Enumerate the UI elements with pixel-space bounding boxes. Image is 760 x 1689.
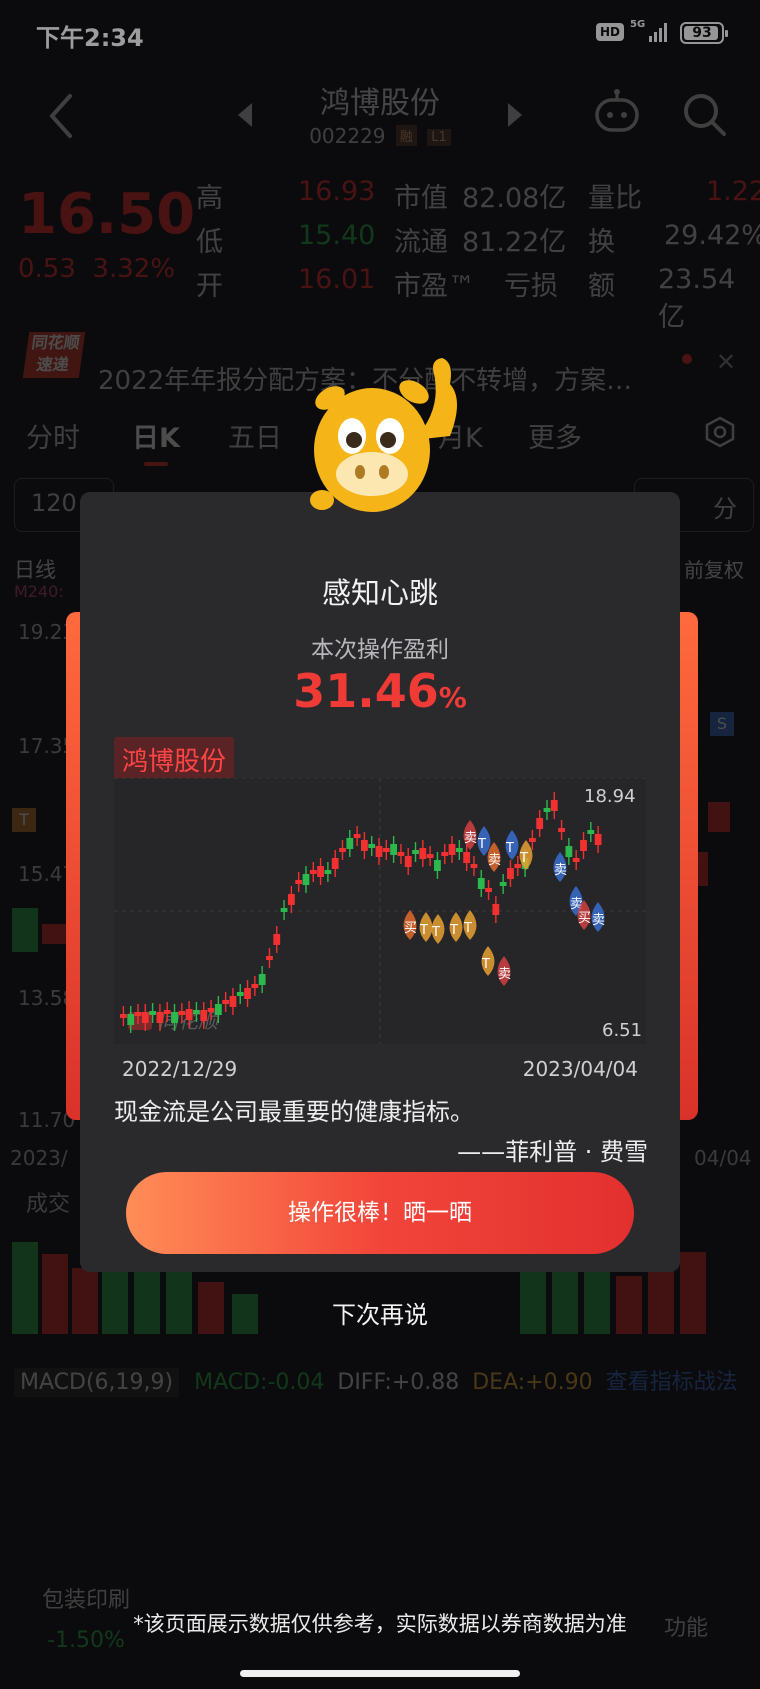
candle-body bbox=[251, 984, 259, 988]
candle-body bbox=[214, 1004, 222, 1015]
trade-marker-label: 卖 bbox=[498, 967, 511, 982]
disclaimer: *该页面展示数据仅供参考，实际数据以券商数据为准 bbox=[133, 1612, 627, 1636]
trade-marker-label: T bbox=[481, 957, 490, 972]
cow-mascot-icon bbox=[310, 358, 457, 512]
home-indicator[interactable] bbox=[240, 1670, 520, 1677]
trade-marker-label: 卖 bbox=[554, 863, 567, 878]
candle-body bbox=[492, 904, 500, 915]
candle-body bbox=[536, 818, 544, 829]
candle-body bbox=[149, 1011, 157, 1015]
modal-stock-name: 鸿博股份 bbox=[114, 737, 235, 782]
candle-body bbox=[528, 838, 536, 842]
trade-marker-label: T bbox=[477, 837, 486, 852]
candle-body bbox=[375, 846, 383, 857]
trade-marker-label: T bbox=[419, 923, 428, 938]
candle-body bbox=[543, 808, 551, 812]
profit-unit: % bbox=[438, 681, 467, 714]
candle-body bbox=[207, 1008, 215, 1012]
trade-marker-label: T bbox=[431, 925, 440, 940]
candle-body bbox=[120, 1014, 127, 1018]
candle-body bbox=[558, 828, 565, 832]
candle-body bbox=[309, 870, 317, 874]
candle-body bbox=[324, 870, 332, 874]
candle-body bbox=[419, 848, 427, 859]
candle-body bbox=[287, 894, 295, 905]
candle-body bbox=[470, 864, 478, 868]
quote-author: ——菲利普 · 费雪 bbox=[457, 1138, 648, 1166]
candle-body bbox=[368, 844, 376, 848]
chart-date-end: 2023/04/04 bbox=[522, 1057, 638, 1081]
trade-marker-label: T bbox=[505, 841, 514, 856]
candle-body bbox=[404, 856, 412, 867]
candle-body bbox=[550, 800, 558, 811]
candle-body bbox=[587, 830, 595, 834]
share-button[interactable]: 操作很棒！晒一晒 bbox=[126, 1172, 634, 1254]
candle-body bbox=[353, 834, 361, 838]
candle-body bbox=[317, 866, 324, 877]
candle-body bbox=[141, 1012, 149, 1023]
candle-body bbox=[266, 956, 273, 960]
trade-marker-label: 卖 bbox=[464, 831, 477, 846]
investor-quote: 现金流是公司最重要的健康指标。 bbox=[114, 1098, 474, 1126]
candle-body bbox=[331, 858, 339, 869]
profit-value: 31.46% bbox=[80, 664, 680, 718]
candle-body bbox=[565, 846, 573, 857]
candle-body bbox=[507, 868, 514, 879]
candle-body bbox=[229, 996, 237, 1007]
candle-body bbox=[222, 1000, 230, 1004]
candle-body bbox=[185, 1009, 193, 1020]
profit-number: 31.46 bbox=[293, 664, 439, 718]
trade-chart: 同花顺 买 T T T TT卖卖 T卖TT卖卖买卖 18.94 6.51 bbox=[114, 778, 646, 1044]
candle-body bbox=[163, 1010, 171, 1014]
trade-marker-label: T bbox=[449, 923, 458, 938]
candle-body bbox=[127, 1014, 135, 1025]
candle-body bbox=[412, 850, 419, 854]
trade-marker-label: T bbox=[463, 921, 472, 936]
modal-subtitle: 本次操作盈利 bbox=[311, 637, 449, 663]
chart-low-label: 6.51 bbox=[602, 1020, 642, 1041]
chart-high-label: 18.94 bbox=[584, 786, 636, 807]
trade-marker-label: T bbox=[519, 851, 528, 866]
candle-body bbox=[156, 1012, 164, 1023]
candle-body bbox=[236, 992, 244, 996]
candle-body bbox=[441, 852, 449, 856]
candle-body bbox=[594, 834, 602, 845]
candle-body bbox=[302, 874, 310, 885]
candle-body bbox=[346, 838, 354, 849]
candle-body bbox=[448, 844, 456, 855]
candle-body bbox=[485, 888, 492, 892]
trade-marker-label: 买 bbox=[404, 921, 417, 936]
candle-body bbox=[477, 878, 485, 889]
modal-title: 感知心跳 bbox=[321, 576, 438, 610]
candle-body bbox=[178, 1011, 186, 1015]
candle-body bbox=[273, 934, 281, 945]
candle-body bbox=[258, 974, 266, 985]
candle-body bbox=[397, 852, 405, 856]
candle-body bbox=[426, 854, 434, 858]
candle-body bbox=[463, 852, 471, 863]
candle-body bbox=[434, 860, 441, 871]
trade-marker-label: 卖 bbox=[592, 913, 605, 928]
dismiss-button[interactable]: 下次再说 bbox=[0, 1295, 760, 1330]
trade-marker-label: 卖 bbox=[488, 853, 501, 868]
candle-body bbox=[455, 848, 463, 852]
chart-date-start: 2022/12/29 bbox=[122, 1057, 238, 1081]
candle-body bbox=[134, 1012, 142, 1016]
candle-body bbox=[499, 882, 507, 886]
candle-body bbox=[193, 1010, 200, 1014]
candle-body bbox=[361, 840, 368, 851]
candle-body bbox=[572, 858, 580, 862]
candle-body bbox=[295, 880, 303, 884]
candle-body bbox=[580, 840, 587, 851]
candle-body bbox=[280, 908, 288, 912]
candle-body bbox=[390, 844, 398, 855]
candle-body bbox=[200, 1010, 208, 1021]
candle-body bbox=[339, 848, 346, 852]
candle-body bbox=[171, 1012, 178, 1023]
profit-modal: 感知心跳 本次操作盈利 31.46% 鸿博股份 同花顺 买TTTTT卖卖T卖TT… bbox=[80, 492, 680, 1272]
candle-body bbox=[244, 988, 251, 999]
trade-marker-label: 买 bbox=[578, 911, 591, 926]
candle-body bbox=[382, 848, 390, 852]
